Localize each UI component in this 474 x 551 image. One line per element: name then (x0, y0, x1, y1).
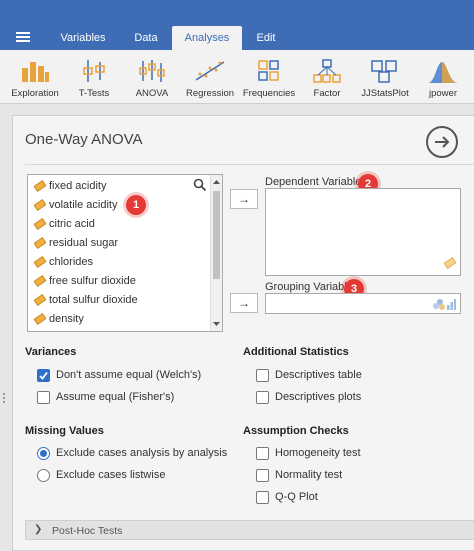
chevron-right-icon: ❯ (34, 524, 43, 535)
list-item[interactable]: volatile acidity (28, 196, 210, 215)
ribbon-frequencies[interactable]: Frequencies (240, 50, 298, 104)
ribbon-anova[interactable]: ANOVA (124, 50, 180, 104)
ruler-icon (443, 256, 457, 272)
ribbon-jjstatsplot[interactable]: JJStatsPlot (356, 50, 414, 104)
ruler-icon (33, 312, 47, 328)
tab-analyses[interactable]: Analyses (172, 26, 242, 50)
radio-selected[interactable] (37, 447, 50, 460)
factor-icon (300, 56, 354, 84)
radio-unselected[interactable] (37, 469, 50, 482)
homogeneity-test-checkbox[interactable]: Homogeneity test (256, 447, 396, 463)
nominal-ordinal-icon (432, 297, 456, 314)
top-menu-bar: Variables Data Analyses Edit (0, 0, 474, 50)
missing-values-heading: Missing Values (25, 425, 104, 437)
descriptives-table-checkbox[interactable]: Descriptives table (256, 369, 396, 385)
normality-test-checkbox[interactable]: Normality test (256, 469, 396, 485)
assumption-checks-heading: Assumption Checks (243, 425, 349, 437)
ruler-icon (33, 198, 47, 214)
move-to-dependent-button[interactable]: → (230, 189, 258, 209)
ruler-icon (33, 236, 47, 252)
dependent-variables-box[interactable] (265, 188, 461, 276)
checkbox-unchecked[interactable] (256, 391, 269, 404)
checkbox-checked[interactable] (37, 369, 50, 382)
additional-statistics-heading: Additional Statistics (243, 346, 349, 358)
ruler-icon (33, 217, 47, 233)
grouping-variable-label: Grouping Variable (265, 281, 353, 293)
checkbox-unchecked[interactable] (256, 369, 269, 382)
anova-icon (124, 56, 180, 84)
fisher-checkbox[interactable]: Assume equal (Fisher's) (37, 391, 217, 407)
variables-list[interactable]: fixed acidity volatile acidity citric ac… (27, 174, 223, 332)
analyses-ribbon: Exploration T-Tests ANOVA Regression Fre… (0, 50, 474, 104)
jpower-icon (416, 56, 470, 84)
list-item[interactable]: chlorides (28, 253, 210, 272)
ruler-icon (33, 255, 47, 271)
check-icon (39, 371, 48, 380)
divider (25, 164, 474, 165)
dependent-variables-label: Dependent Variables (265, 176, 367, 188)
run-analysis-button[interactable] (426, 126, 458, 158)
list-item[interactable]: fixed acidity (28, 177, 210, 196)
exploration-icon (4, 56, 66, 84)
variances-heading: Variances (25, 346, 77, 358)
list-item[interactable]: total sulfur dioxide (28, 291, 210, 310)
frequencies-icon (240, 56, 298, 84)
search-icon[interactable] (193, 178, 207, 195)
checkbox-unchecked[interactable] (256, 491, 269, 504)
checkbox-unchecked[interactable] (256, 469, 269, 482)
jjstatsplot-icon (356, 56, 414, 84)
list-item[interactable]: free sulfur dioxide (28, 272, 210, 291)
hamburger-menu-icon[interactable] (16, 32, 30, 42)
exclude-listwise-radio[interactable]: Exclude cases listwise (37, 469, 217, 485)
t-tests-icon (66, 56, 122, 84)
ribbon-regression[interactable]: Regression (182, 50, 238, 104)
tab-edit[interactable]: Edit (244, 26, 288, 50)
ruler-icon (33, 179, 47, 195)
ribbon-factor[interactable]: Factor (300, 50, 354, 104)
tab-variables[interactable]: Variables (52, 26, 114, 50)
list-item[interactable]: density (28, 310, 210, 329)
exclude-analysis-radio[interactable]: Exclude cases analysis by analysis (37, 447, 237, 463)
annotation-badge-1: 1 (126, 195, 146, 215)
grouping-variable-box[interactable] (265, 293, 461, 314)
welch-checkbox[interactable]: Don't assume equal (Welch's) (37, 369, 217, 385)
scroll-down-icon[interactable] (211, 319, 222, 329)
variables-scrollbar[interactable] (210, 175, 222, 331)
post-hoc-tests-section[interactable]: ❯ Post-Hoc Tests (25, 520, 474, 540)
list-item[interactable]: residual sugar (28, 234, 210, 253)
descriptives-plots-checkbox[interactable]: Descriptives plots (256, 391, 396, 407)
scroll-thumb[interactable] (213, 191, 220, 279)
tab-data[interactable]: Data (122, 26, 170, 50)
arrow-right-circle-icon (435, 136, 450, 148)
scroll-up-icon[interactable] (211, 177, 222, 187)
ribbon-t-tests[interactable]: T-Tests (66, 50, 122, 104)
list-item[interactable]: citric acid (28, 215, 210, 234)
qq-plot-checkbox[interactable]: Q-Q Plot (256, 491, 396, 507)
anova-options-panel: One-Way ANOVA fixed acidity volatile aci… (12, 115, 474, 551)
checkbox-unchecked[interactable] (37, 391, 50, 404)
panel-resize-handle[interactable] (3, 393, 7, 407)
ribbon-exploration[interactable]: Exploration (4, 50, 66, 104)
regression-icon (182, 56, 238, 84)
checkbox-unchecked[interactable] (256, 447, 269, 460)
ruler-icon (33, 293, 47, 309)
ruler-icon (33, 274, 47, 290)
ribbon-jpower[interactable]: jpower (416, 50, 470, 104)
page-title: One-Way ANOVA (25, 131, 143, 148)
move-to-grouping-button[interactable]: → (230, 293, 258, 313)
